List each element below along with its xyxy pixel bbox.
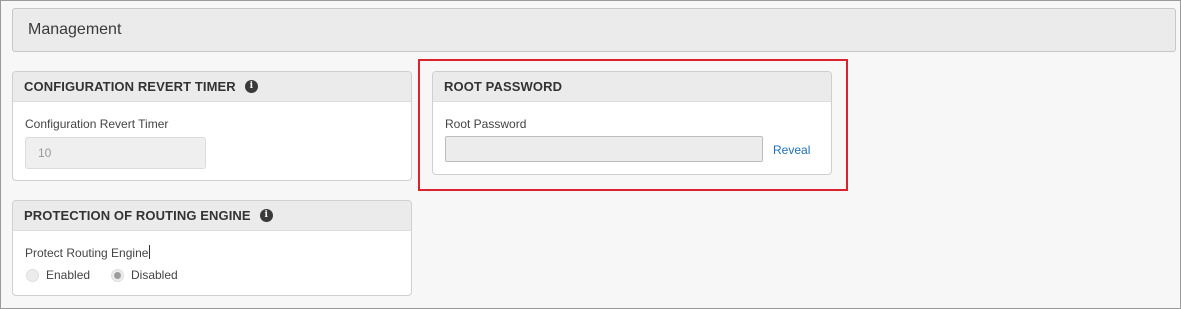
revert-timer-title: CONFIGURATION REVERT TIMER	[24, 79, 236, 94]
root-password-panel-header: ROOT PASSWORD	[433, 72, 831, 102]
radio-enabled-button[interactable]	[26, 268, 39, 282]
radio-disabled-label: Disabled	[131, 268, 178, 282]
revert-timer-label: Configuration Revert Timer	[25, 117, 169, 131]
radio-disabled[interactable]: Disabled	[111, 268, 178, 282]
routing-engine-title: PROTECTION OF ROUTING ENGINE	[24, 208, 251, 223]
radio-selected-dot	[114, 271, 121, 279]
radio-enabled[interactable]: Enabled	[26, 268, 90, 282]
info-icon[interactable]: i	[259, 209, 273, 222]
info-icon[interactable]: i	[244, 80, 258, 93]
routing-engine-panel-header: PROTECTION OF ROUTING ENGINE i	[13, 201, 411, 231]
routing-engine-panel: PROTECTION OF ROUTING ENGINE i Protect R…	[12, 200, 412, 296]
radio-enabled-label: Enabled	[46, 268, 91, 282]
root-password-label: Root Password	[445, 117, 527, 131]
radio-disabled-button[interactable]	[111, 268, 124, 282]
protect-routing-engine-label-text: Protect Routing Engine	[25, 246, 149, 260]
reveal-password-link[interactable]: Reveal	[773, 143, 810, 157]
root-password-title: ROOT PASSWORD	[444, 79, 563, 94]
revert-timer-panel-header: CONFIGURATION REVERT TIMER i	[13, 72, 411, 102]
management-page: Management CONFIGURATION REVERT TIMER i …	[0, 0, 1181, 309]
revert-timer-panel: CONFIGURATION REVERT TIMER i Configurati…	[12, 71, 412, 181]
protect-routing-engine-label: Protect Routing Engine	[25, 245, 151, 260]
revert-timer-input[interactable]	[25, 137, 206, 169]
root-password-input[interactable]	[445, 136, 763, 162]
root-password-panel: ROOT PASSWORD Root Password Reveal	[432, 71, 832, 175]
management-section-header[interactable]: Management	[12, 8, 1176, 52]
text-cursor	[149, 245, 151, 259]
management-section-title: Management	[28, 21, 122, 38]
